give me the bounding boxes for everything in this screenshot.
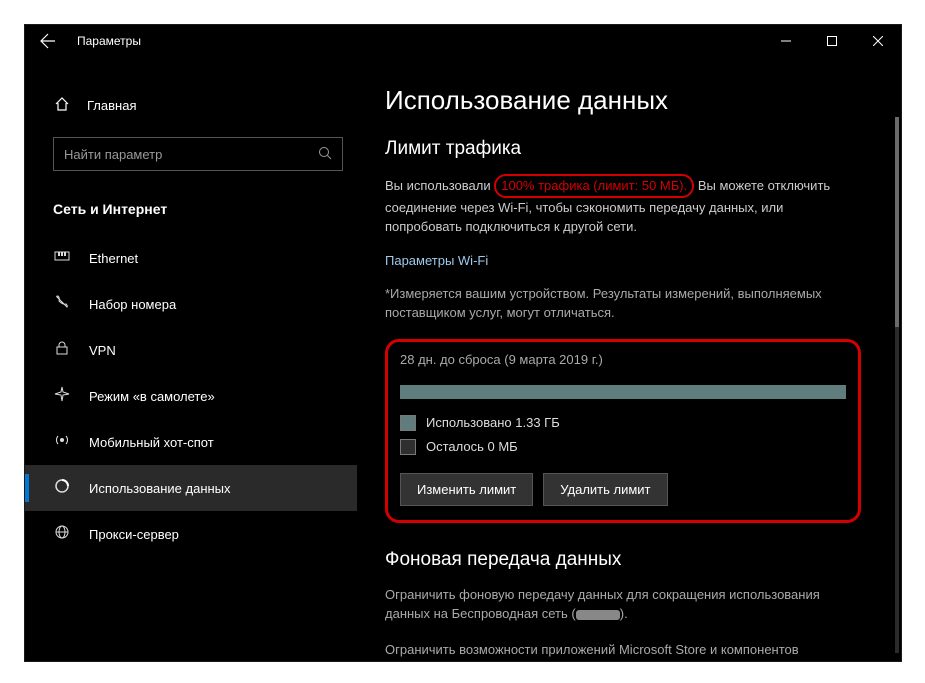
usage-progress-bar [400, 385, 846, 399]
legend-swatch-used [400, 415, 416, 431]
nav-proxy[interactable]: Прокси-сервер [25, 511, 357, 557]
disclaimer: *Измеряется вашим устройством. Результат… [385, 284, 855, 323]
wifi-params-link[interactable]: Параметры Wi-Fi [385, 253, 883, 268]
nav-data-usage[interactable]: Использование данных [25, 465, 357, 511]
arrow-left-icon [40, 33, 56, 49]
network-name-redacted [576, 610, 620, 620]
vpn-icon [53, 340, 71, 360]
window-title: Параметры [77, 34, 141, 48]
search-icon [318, 146, 332, 163]
reset-countdown: 28 дн. до сброса (9 марта 2019 г.) [400, 352, 846, 367]
remove-limit-button[interactable]: Удалить лимит [543, 473, 667, 506]
hotspot-icon [53, 432, 71, 452]
nav-label: Мобильный хот-спот [89, 435, 214, 450]
usage-highlight: 100% трафика (лимит: 50 МБ). [494, 174, 694, 198]
change-limit-button[interactable]: Изменить лимит [400, 473, 533, 506]
close-icon [873, 36, 883, 46]
nav-label: Набор номера [89, 297, 176, 312]
nav-label: Прокси-сервер [89, 527, 179, 542]
legend-swatch-left [400, 439, 416, 455]
legend-used: Использовано 1.33 ГБ [400, 415, 846, 431]
home-icon [53, 96, 71, 115]
maximize-button[interactable] [809, 25, 855, 57]
proxy-icon [53, 524, 71, 544]
ethernet-icon [53, 249, 71, 267]
search-box[interactable] [53, 137, 343, 171]
airplane-icon [53, 386, 71, 406]
legend-left: Осталось 0 МБ [400, 439, 846, 455]
limit-heading: Лимит трафика [385, 138, 883, 160]
data-usage-icon [53, 478, 71, 498]
section-title: Сеть и Интернет [25, 179, 357, 235]
search-input[interactable] [64, 147, 318, 162]
content-pane: Использование данных Лимит трафика Вы ис… [357, 57, 901, 661]
minimize-button[interactable] [763, 25, 809, 57]
nav-dialup[interactable]: Набор номера [25, 281, 357, 327]
nav-airplane[interactable]: Режим «в самолете» [25, 373, 357, 419]
page-title: Использование данных [385, 85, 883, 116]
titlebar: Параметры [25, 25, 901, 57]
background-desc-2: Ограничить возможности приложений Micros… [385, 640, 855, 662]
dialup-icon [53, 294, 71, 314]
nav-label: Ethernet [89, 251, 138, 266]
close-button[interactable] [855, 25, 901, 57]
settings-window: Параметры Главная Сеть [24, 24, 902, 662]
sidebar: Главная Сеть и Интернет Ethernet [25, 57, 357, 661]
nav-label: Режим «в самолете» [89, 389, 215, 404]
usage-paragraph: Вы использовали 100% трафика (лимит: 50 … [385, 174, 855, 237]
nav-label: Использование данных [89, 481, 231, 496]
back-button[interactable] [25, 25, 71, 57]
scrollbar-thumb[interactable] [895, 117, 899, 327]
minimize-icon [781, 36, 791, 46]
nav-list: Ethernet Набор номера VPN [25, 235, 357, 557]
home-label: Главная [87, 98, 136, 113]
nav-ethernet[interactable]: Ethernet [25, 235, 357, 281]
maximize-icon [827, 36, 837, 46]
nav-label: VPN [89, 343, 116, 358]
background-desc-1: Ограничить фоновую передачу данных для с… [385, 585, 855, 624]
home-nav[interactable]: Главная [25, 85, 357, 125]
nav-vpn[interactable]: VPN [25, 327, 357, 373]
nav-hotspot[interactable]: Мобильный хот-спот [25, 419, 357, 465]
limit-panel: 28 дн. до сброса (9 марта 2019 г.) Испол… [385, 339, 861, 523]
background-heading: Фоновая передача данных [385, 549, 861, 571]
